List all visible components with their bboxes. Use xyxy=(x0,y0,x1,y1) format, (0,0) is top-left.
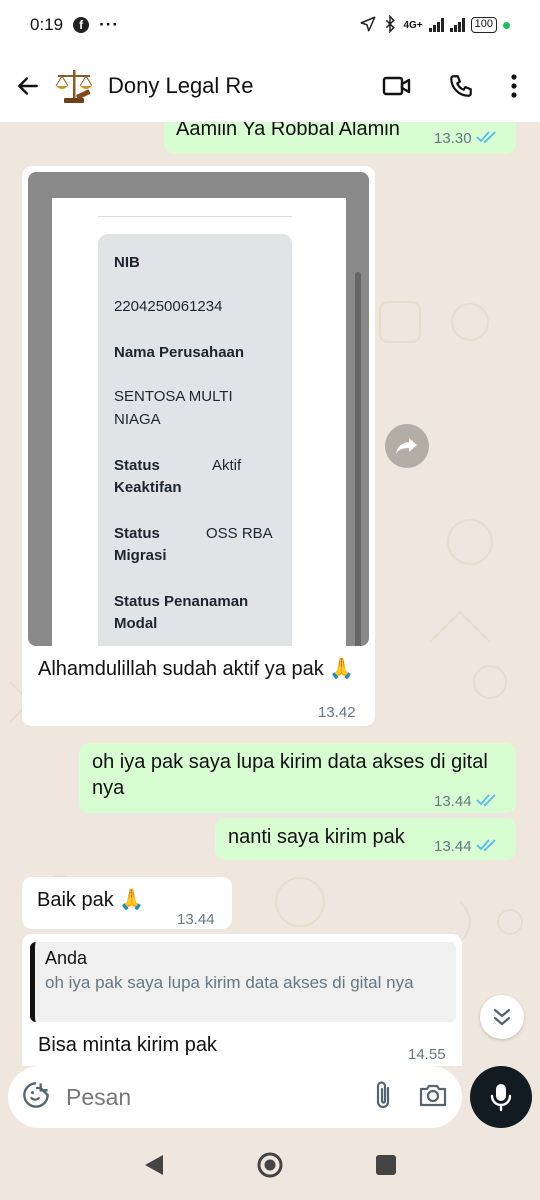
image-scrollbar xyxy=(355,272,361,646)
microphone-button[interactable] xyxy=(470,1066,532,1128)
chevron-double-down-icon xyxy=(493,1008,511,1026)
nib-card: NIB 2204250061234 Nama Perusahaan SENTOS… xyxy=(98,234,292,646)
status-active-label-1: Status xyxy=(114,457,160,474)
nib-value: 2204250061234 xyxy=(114,298,223,315)
status-migration-label-1: Status xyxy=(114,525,160,542)
message-text: oh iya pak saya lupa kirim data akses di… xyxy=(92,751,488,799)
message-text: nanti saya kirim pak xyxy=(228,826,405,848)
company-value-line2: NIAGA xyxy=(114,411,161,428)
message-bubble-in[interactable]: Baik pak 🙏 13.44 xyxy=(22,877,232,929)
message-bubble-out[interactable]: nanti saya kirim pak 13.44 xyxy=(215,818,516,860)
chat-header: Dony Legal Re xyxy=(0,50,540,122)
quoted-author: Anda xyxy=(45,948,88,968)
nav-recents-icon[interactable] xyxy=(375,1154,397,1181)
status-bar: 0:19 f ··· 4G+ 100 xyxy=(0,0,540,50)
investment-label-1: Status Penanaman xyxy=(114,593,249,610)
battery-icon: 100 xyxy=(470,17,497,33)
double-check-icon xyxy=(475,789,498,815)
message-time: 13.44 xyxy=(177,911,215,928)
notification-more: ··· xyxy=(99,15,120,34)
signal-icon-2 xyxy=(449,18,465,32)
sticker-icon[interactable] xyxy=(22,1081,50,1114)
message-time: 13.30 xyxy=(434,130,472,147)
status-migration-value: OSS RBA xyxy=(206,525,273,542)
double-check-icon xyxy=(475,126,498,152)
message-text: Alhamdulillah sudah aktif ya pak 🙏 xyxy=(38,658,355,680)
company-value-line1: SENTOSA MULTI xyxy=(114,388,233,405)
nav-home-icon[interactable] xyxy=(255,1150,285,1185)
camera-icon[interactable] xyxy=(418,1082,448,1113)
nib-label: NIB xyxy=(114,254,140,271)
message-text: Aamiin Ya Robbal Alamin xyxy=(176,122,400,140)
message-time: 14.55 xyxy=(408,1046,446,1063)
image-divider xyxy=(98,216,292,217)
message-text: Baik pak 🙏 xyxy=(37,889,145,911)
status-migration-label-2: Migrasi xyxy=(114,547,167,564)
signal-icon xyxy=(428,18,444,32)
arrow-left-icon[interactable] xyxy=(6,73,50,99)
message-input[interactable] xyxy=(66,1083,326,1111)
active-dot xyxy=(503,21,510,29)
quoted-message[interactable]: Anda oh iya pak saya lupa kirim data aks… xyxy=(30,942,456,1022)
message-bubble-out[interactable]: oh iya pak saya lupa kirim data akses di… xyxy=(79,743,516,813)
message-time: 13.42 xyxy=(318,704,356,721)
status-active-label-2: Keaktifan xyxy=(114,479,182,496)
composer-box[interactable] xyxy=(8,1066,462,1128)
bluetooth-icon xyxy=(383,14,397,36)
system-nav-bar xyxy=(0,1134,540,1200)
video-camera-icon[interactable] xyxy=(382,74,412,98)
message-time: 13.44 xyxy=(434,838,472,855)
image-paper: NIB 2204250061234 Nama Perusahaan SENTOS… xyxy=(52,198,346,646)
quoted-text: oh iya pak saya lupa kirim data akses di… xyxy=(45,973,414,992)
status-active-value: Aktif xyxy=(212,457,242,474)
investment-label-2: Modal xyxy=(114,615,158,632)
status-time: 0:19 xyxy=(30,15,64,34)
facebook-icon: f xyxy=(73,17,90,33)
composer-bar xyxy=(0,1066,540,1134)
microphone-icon xyxy=(490,1084,512,1112)
message-image[interactable]: NIB 2204250061234 Nama Perusahaan SENTOS… xyxy=(28,172,369,646)
phone-icon[interactable] xyxy=(448,73,474,99)
chat-area[interactable]: Aamiin Ya Robbal Alamin 13.30 NIB 220425… xyxy=(0,122,540,1066)
forward-icon[interactable] xyxy=(385,424,429,468)
nav-back-icon[interactable] xyxy=(143,1153,165,1182)
paperclip-icon[interactable] xyxy=(374,1080,394,1115)
double-check-icon xyxy=(475,834,498,860)
avatar[interactable] xyxy=(50,62,98,110)
message-time: 13.44 xyxy=(434,793,472,810)
company-label: Nama Perusahaan xyxy=(114,344,245,361)
message-text: Bisa minta kirim pak xyxy=(38,1034,217,1056)
network-type: 4G+ xyxy=(403,19,423,31)
location-icon xyxy=(359,15,377,36)
scroll-down-button[interactable] xyxy=(480,995,524,1039)
more-vert-icon[interactable] xyxy=(510,73,518,99)
chat-title[interactable]: Dony Legal Re xyxy=(108,73,254,99)
message-bubble-out[interactable]: Aamiin Ya Robbal Alamin 13.30 xyxy=(164,122,516,154)
